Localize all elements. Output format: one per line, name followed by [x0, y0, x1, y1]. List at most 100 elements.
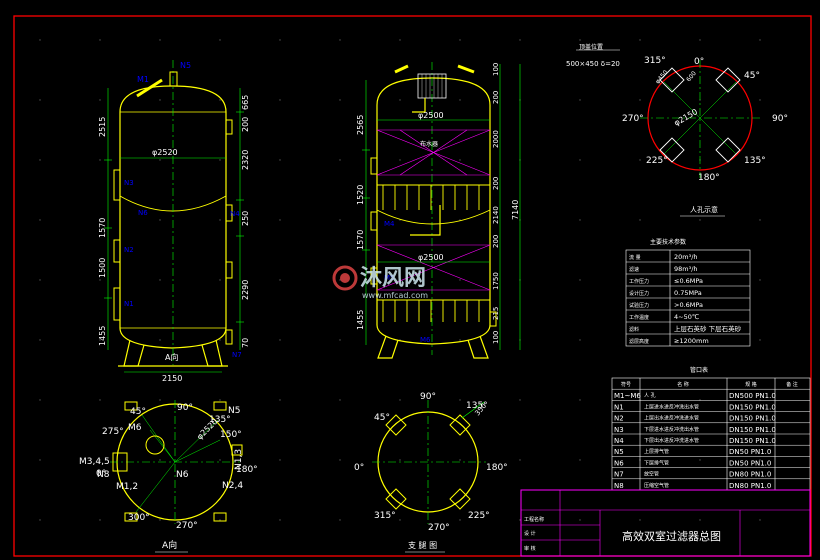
nozzle-symbol: N2	[614, 415, 624, 423]
left-dim-lines	[104, 88, 244, 373]
grid-dot	[579, 219, 581, 221]
upper-collector	[376, 184, 491, 225]
grid-dot	[459, 159, 461, 161]
grid-dot	[279, 399, 281, 401]
right-dim-70: 70	[241, 338, 250, 348]
tech-table-param-name: 流 量	[629, 254, 641, 261]
a-view-label-m6: M6	[128, 423, 142, 433]
middle-right-dim-2000: 2000	[492, 130, 500, 148]
middle-distributor-label: 布水器	[420, 140, 438, 148]
grid-dot	[699, 519, 701, 521]
tech-table-param-name: 工作压力	[629, 278, 649, 285]
tech-table-param-value: ≤0.6MPa	[674, 277, 703, 285]
grid-dot	[639, 39, 641, 41]
right-dim-200: 200	[241, 117, 250, 132]
nozzle-spec: DN150 PN1.0	[729, 437, 776, 445]
nozzle-name: 下层进水进反冲洗出水管	[644, 426, 699, 433]
manhole-view: 0° 45° 90° 135° 180° 225° 270° 315° φ215…	[566, 43, 788, 217]
tech-table-param-value: 20m³/h	[674, 253, 698, 261]
grid-dot	[219, 459, 221, 461]
left-vessel: φ2520 M1 N5 N3 N2 N1 N6 N4 N7 2515 1570 …	[98, 60, 250, 383]
middle-right-dim-100a: 100	[492, 63, 500, 76]
grid-dot	[159, 519, 161, 521]
grid-dot	[279, 99, 281, 101]
grid-dot	[459, 459, 461, 461]
a-view-label-n6: N6	[176, 470, 189, 480]
support-angle-45: 45°	[374, 413, 390, 423]
nozzle-name: 上层排气管	[644, 448, 669, 455]
middle-right-dim-200b: 200	[492, 177, 500, 190]
grid-dot	[159, 399, 161, 401]
grid-dot	[459, 39, 461, 41]
middle-diameter-bottom: φ2500	[418, 253, 444, 262]
grid-dot	[579, 39, 581, 41]
title-block-review: 审 核	[524, 545, 536, 552]
grid-dot	[39, 339, 41, 341]
grid-dot	[279, 459, 281, 461]
middle-left-nozzle-1	[370, 157, 378, 175]
a-view-angle-90: 90°	[177, 403, 193, 413]
a-view-label-m12: M1,2	[116, 482, 138, 492]
support-view: 350 90° 0° 180° 270° 45° 315° 225° 135° …	[354, 392, 508, 553]
grid-dot	[759, 219, 761, 221]
left-nozzle-label-1: N3	[124, 179, 134, 187]
tech-parameter-table: 主要技术参数 流 量 20m³/h 滤速 98m³/h 工作压力 ≤0.6MPa 设计压力 0…	[625, 238, 751, 347]
manhole-angle-90: 90°	[772, 114, 788, 124]
label-n5: N5	[180, 61, 191, 70]
tech-table-param-value: ≥1200mm	[674, 337, 709, 345]
grid-dot	[39, 279, 41, 281]
nozzle-spec: DN50 PN1.0	[729, 448, 771, 456]
manhole-sub-600: 600	[685, 70, 698, 83]
left-nozzle-label-2: N2	[124, 246, 134, 254]
support-angle-180: 180°	[486, 463, 508, 473]
nozzle-spec: DN80 PN1.0	[729, 482, 771, 490]
nozzle-spec: DN500 PN1.0	[729, 392, 776, 400]
support-angle-90: 90°	[420, 392, 436, 402]
middle-nozzle-label-3: M6	[420, 336, 431, 344]
grid-dot	[99, 519, 101, 521]
grid-dot	[99, 399, 101, 401]
a-view-leg-2	[213, 401, 227, 411]
middle-pipe-2	[410, 205, 441, 236]
nozzle-table-title: 管口表	[690, 366, 708, 374]
manhole-angle-135: 135°	[744, 156, 766, 166]
cad-drawing: φ2520 M1 N5 N3 N2 N1 N6 N4 N7 2515 1570 …	[13, 15, 812, 557]
grid-dot	[39, 159, 41, 161]
left-dim-1455: 1455	[98, 326, 107, 346]
a-view-label-n13: N1,3	[234, 449, 244, 470]
grid-dot	[459, 399, 461, 401]
nozzle-name: 放空管	[644, 471, 659, 478]
nozzle-spec: DN150 PN1.0	[729, 415, 776, 423]
right-nozzle-3	[225, 261, 233, 279]
grid-dot	[279, 519, 281, 521]
grid-dot	[39, 399, 41, 401]
right-nozzle-1	[225, 119, 233, 135]
grid-dot	[219, 339, 221, 341]
grid-dot	[339, 99, 341, 101]
tech-table-param-value: 0.75MPa	[674, 289, 702, 297]
manhole-angle-0: 0°	[694, 57, 704, 67]
nozzle-symbol: N1	[614, 403, 624, 411]
grid-dot	[639, 159, 641, 161]
right-nozzle-4	[225, 329, 233, 345]
right-nozzle-label-1: N4	[230, 210, 240, 218]
middle-right-dim-215: 215	[492, 307, 500, 320]
lower-collector	[377, 299, 490, 322]
left-nozzle-2	[113, 239, 121, 263]
middle-dim-1455: 1455	[356, 310, 365, 330]
support-angle-135: 135°	[466, 401, 488, 411]
a-view-diameter: φ2520	[195, 417, 219, 441]
right-dim-2290: 2290	[241, 280, 250, 300]
top-nozzle	[169, 71, 178, 87]
grid-dot	[639, 99, 641, 101]
nozzle-table-header: 名 称	[677, 381, 689, 388]
nozzle-table-header: 规 格	[745, 381, 757, 388]
grid-dot	[399, 519, 401, 521]
grid-dot	[339, 459, 341, 461]
nozzle-symbol: N8	[614, 482, 624, 490]
grid-dot	[579, 159, 581, 161]
middle-nozzle-label-1: M4	[384, 220, 395, 228]
nozzle-symbol: N7	[614, 471, 624, 479]
grid-dot	[159, 39, 161, 41]
grid-dot	[39, 99, 41, 101]
